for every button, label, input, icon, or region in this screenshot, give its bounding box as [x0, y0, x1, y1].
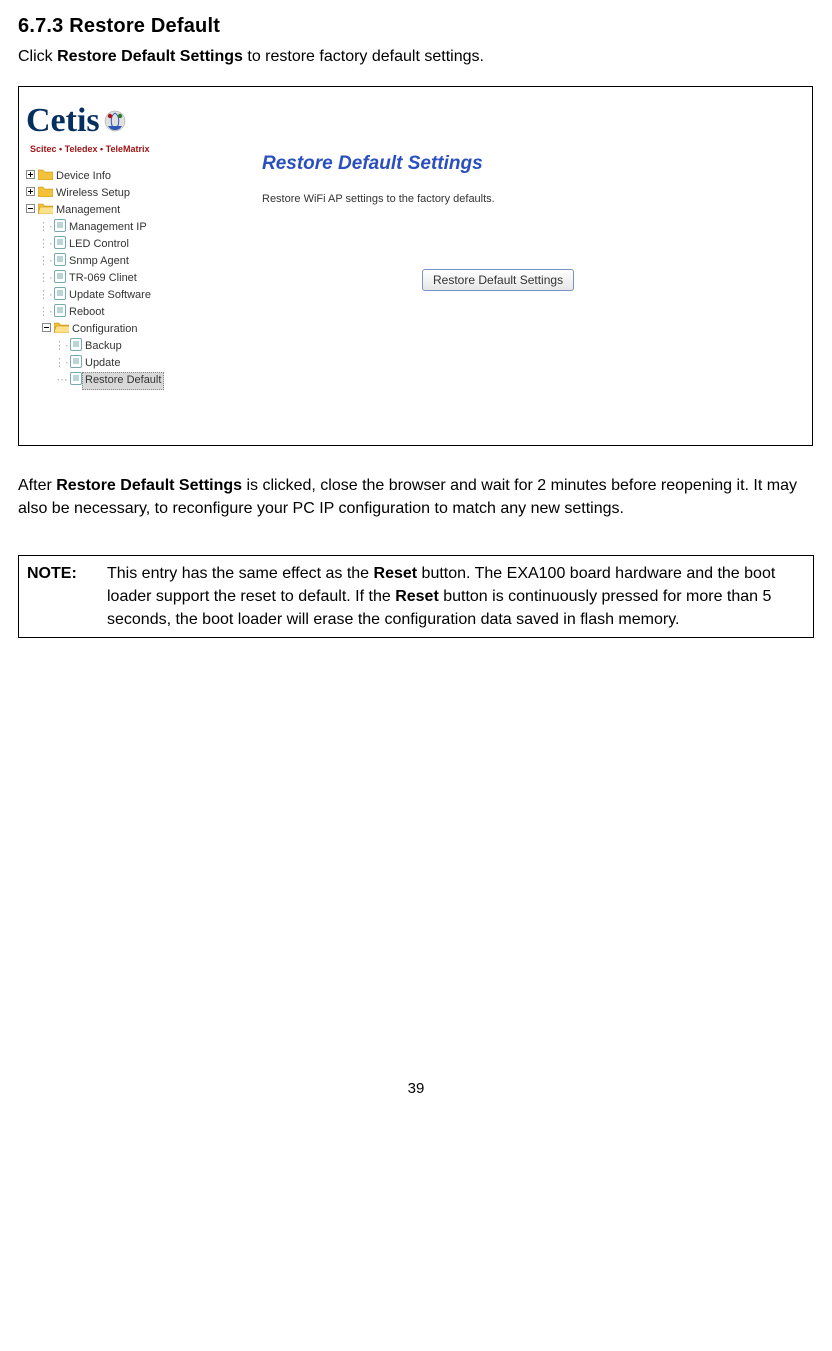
- tree-item-configuration[interactable]: Configuration: [22, 322, 232, 339]
- note-bold-reset-1: Reset: [374, 565, 418, 582]
- tree-line-icon: ⋮⋯: [38, 254, 54, 270]
- logo-text: Cetis: [26, 96, 100, 145]
- folder-icon: [38, 168, 53, 186]
- tree-item-reboot[interactable]: ⋮⋯ Reboot: [22, 305, 232, 322]
- instruction-line: Click Restore Default Settings to restor…: [18, 45, 814, 68]
- instruction-bold: Restore Default Settings: [57, 48, 243, 65]
- tree-line-icon: ⋯: [54, 373, 70, 389]
- tree-line-icon: ⋮⋯: [38, 305, 54, 321]
- tree-line-icon: ⋮⋯: [54, 339, 70, 355]
- folder-open-icon: [38, 202, 53, 220]
- tree-item-tr069[interactable]: ⋮⋯ TR-069 Clinet: [22, 271, 232, 288]
- instruction-suffix: to restore factory default settings.: [243, 48, 484, 65]
- tree-label: Configuration: [69, 322, 137, 338]
- tree-label: LED Control: [66, 237, 129, 253]
- note-body: This entry has the same effect as the Re…: [107, 562, 805, 632]
- page-number: 39: [18, 1078, 814, 1100]
- section-title: Restore Default: [69, 15, 220, 37]
- tree-line-icon: ⋮⋯: [54, 356, 70, 372]
- tree-item-update[interactable]: ⋮⋯ Update: [22, 356, 232, 373]
- panel-description: Restore WiFi AP settings to the factory …: [262, 192, 809, 208]
- tree-item-management-ip[interactable]: ⋮⋯ Management IP: [22, 220, 232, 237]
- nav-tree: Device Info Wireless Setup Management ⋮⋯: [22, 169, 232, 390]
- tree-line-icon: ⋮⋯: [38, 271, 54, 287]
- after-paragraph: After Restore Default Settings is clicke…: [18, 474, 814, 520]
- page-icon: [70, 372, 82, 391]
- screenshot-frame: Cetis Scitec • Teledex • TeleMatrix: [18, 86, 813, 446]
- section-heading: 6.7.3 Restore Default: [18, 12, 814, 41]
- tree-label: Snmp Agent: [66, 254, 129, 270]
- tree-label: Management: [53, 203, 120, 219]
- expand-icon[interactable]: [22, 169, 38, 185]
- after-prefix: After: [18, 477, 56, 494]
- tree-label: Restore Default: [82, 372, 164, 390]
- expand-icon[interactable]: [22, 186, 38, 202]
- note-bold-reset-2: Reset: [395, 588, 439, 605]
- tree-label: Device Info: [53, 169, 111, 185]
- tree-label: Backup: [82, 339, 122, 355]
- tree-item-backup[interactable]: ⋮⋯ Backup: [22, 339, 232, 356]
- panel-title: Restore Default Settings: [262, 150, 809, 178]
- tree-label: Update: [82, 356, 120, 372]
- tree-label: Management IP: [66, 220, 147, 236]
- note-label: NOTE:: [27, 562, 107, 585]
- note-box: NOTE: This entry has the same effect as …: [18, 555, 814, 639]
- tree-item-device-info[interactable]: Device Info: [22, 169, 232, 186]
- instruction-prefix: Click: [18, 48, 57, 65]
- logo-subtitle: Scitec • Teledex • TeleMatrix: [30, 143, 228, 156]
- tree-line-icon: ⋮⋯: [38, 237, 54, 253]
- tree-item-wireless-setup[interactable]: Wireless Setup: [22, 186, 232, 203]
- logo-block: Cetis Scitec • Teledex • TeleMatrix: [22, 90, 232, 160]
- tree-item-led-control[interactable]: ⋮⋯ LED Control: [22, 237, 232, 254]
- after-bold: Restore Default Settings: [56, 477, 242, 494]
- note-text: This entry has the same effect as the: [107, 565, 374, 582]
- page-icon: [54, 304, 66, 323]
- tree-label: TR-069 Clinet: [66, 271, 137, 287]
- restore-default-settings-button[interactable]: Restore Default Settings: [422, 269, 574, 291]
- tree-item-update-software[interactable]: ⋮⋯ Update Software: [22, 288, 232, 305]
- tree-line-icon: ⋮⋯: [38, 220, 54, 236]
- tree-line-icon: ⋮⋯: [38, 288, 54, 304]
- collapse-icon[interactable]: [38, 322, 54, 338]
- folder-open-icon: [54, 321, 69, 339]
- tree-item-snmp-agent[interactable]: ⋮⋯ Snmp Agent: [22, 254, 232, 271]
- tree-item-management[interactable]: Management: [22, 203, 232, 220]
- logo-icon: [104, 110, 126, 139]
- tree-label: Reboot: [66, 305, 104, 321]
- tree-label: Wireless Setup: [53, 186, 130, 202]
- collapse-icon[interactable]: [22, 203, 38, 219]
- tree-item-restore-default[interactable]: ⋯ Restore Default: [22, 373, 232, 390]
- tree-label: Update Software: [66, 288, 151, 304]
- section-number: 6.7.3: [18, 15, 63, 37]
- folder-icon: [38, 185, 53, 203]
